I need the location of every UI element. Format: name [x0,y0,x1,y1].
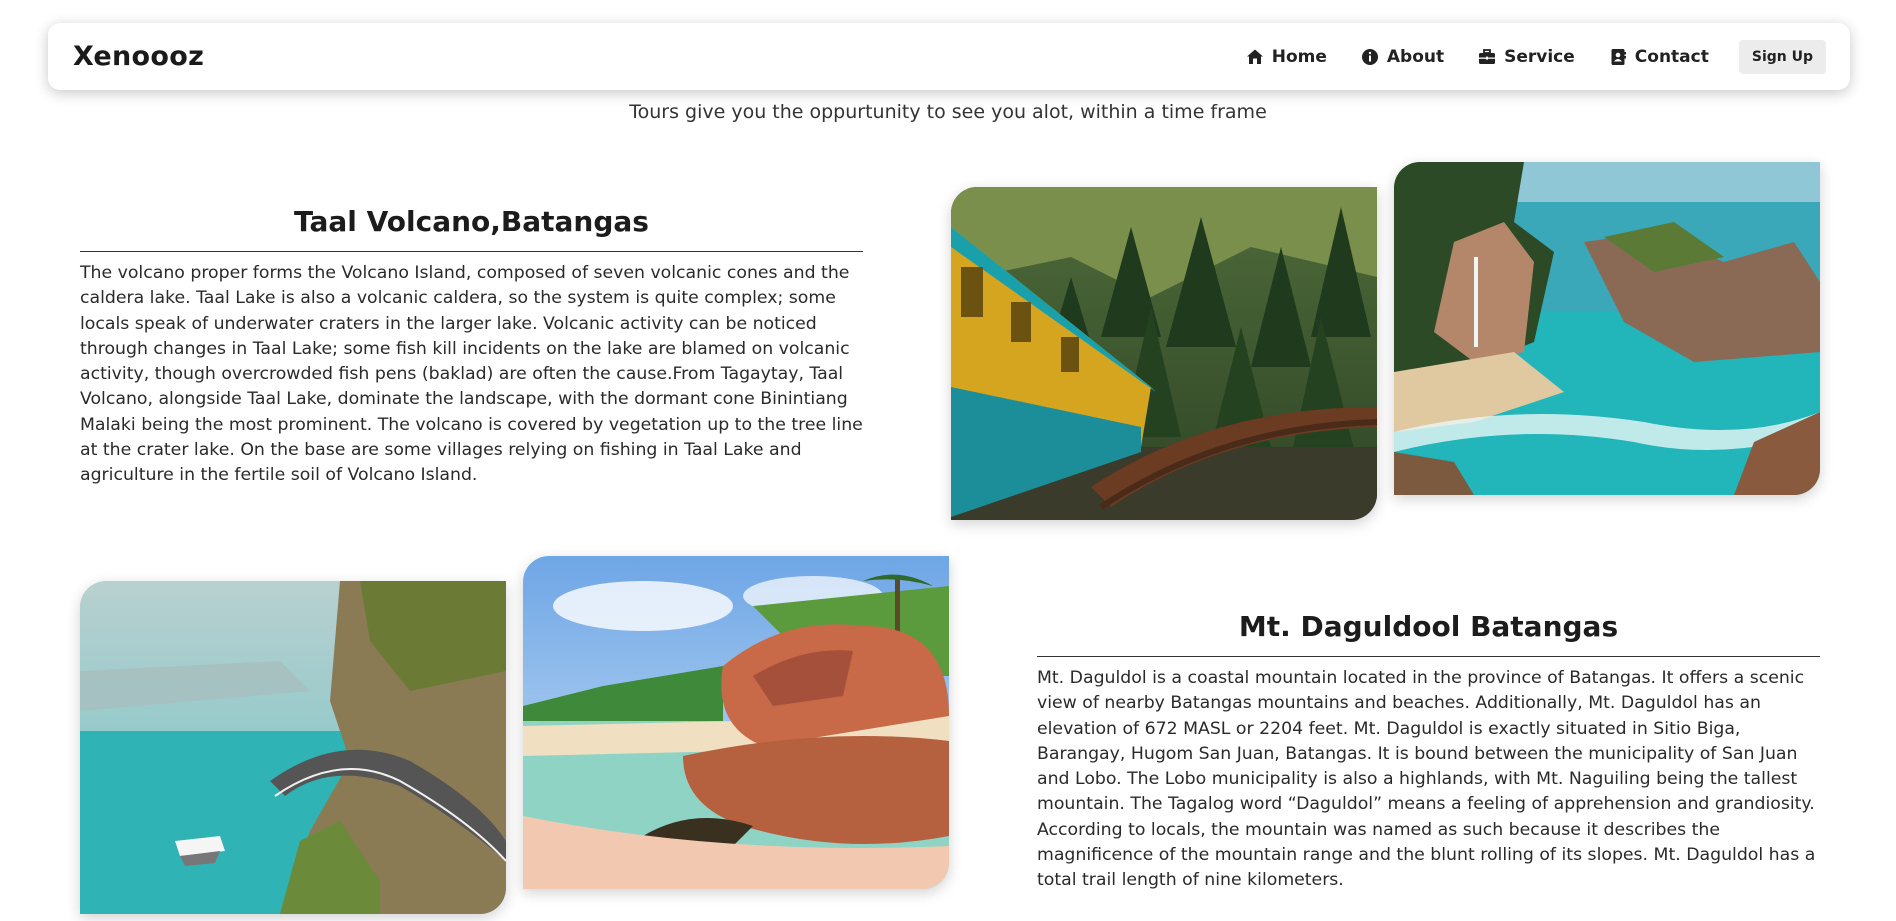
home-icon [1246,48,1264,66]
section-subtitle: Tours give you the oppurtunity to see yo… [629,101,1267,123]
taal-volcano-title: Taal Volcano,Batangas [80,205,863,252]
nav-service[interactable]: Service [1478,47,1575,67]
tropical-rock-beach-photo [523,556,949,889]
page: Tours give you the oppurtunity to see yo… [0,0,1896,921]
cliff-road-lake-photo [80,581,506,914]
nav-service-label: Service [1504,46,1575,67]
nav-contact-label: Contact [1634,46,1709,67]
nav-links: Home About Service Contact Sign Up [1246,39,1826,74]
nav-about-label: About [1386,46,1445,67]
brand-logo[interactable]: Xenoooz [73,41,204,72]
nav-home[interactable]: Home [1246,47,1327,67]
train-forest-photo [951,187,1377,520]
contact-book-icon [1609,48,1627,66]
coastal-waterfall-photo [1394,162,1820,495]
mt-daguldool-title: Mt. Daguldool Batangas [1037,610,1820,657]
briefcase-icon [1478,48,1496,66]
mt-daguldool-body: Mt. Daguldol is a coastal mountain locat… [1037,668,1816,891]
info-icon [1361,48,1379,66]
mt-daguldool-section: Mt. Daguldool Batangas Mt. Daguldol is a… [1037,610,1820,894]
nav-about[interactable]: About [1361,47,1444,67]
nav-home-label: Home [1271,46,1327,67]
navbar: Xenoooz Home About Service Contact Sign … [48,23,1850,90]
taal-volcano-body: The volcano proper forms the Volcano Isl… [80,263,863,486]
nav-contact[interactable]: Contact [1609,47,1709,67]
signup-button[interactable]: Sign Up [1738,39,1826,74]
taal-volcano-section: Taal Volcano,Batangas The volcano proper… [80,205,863,489]
